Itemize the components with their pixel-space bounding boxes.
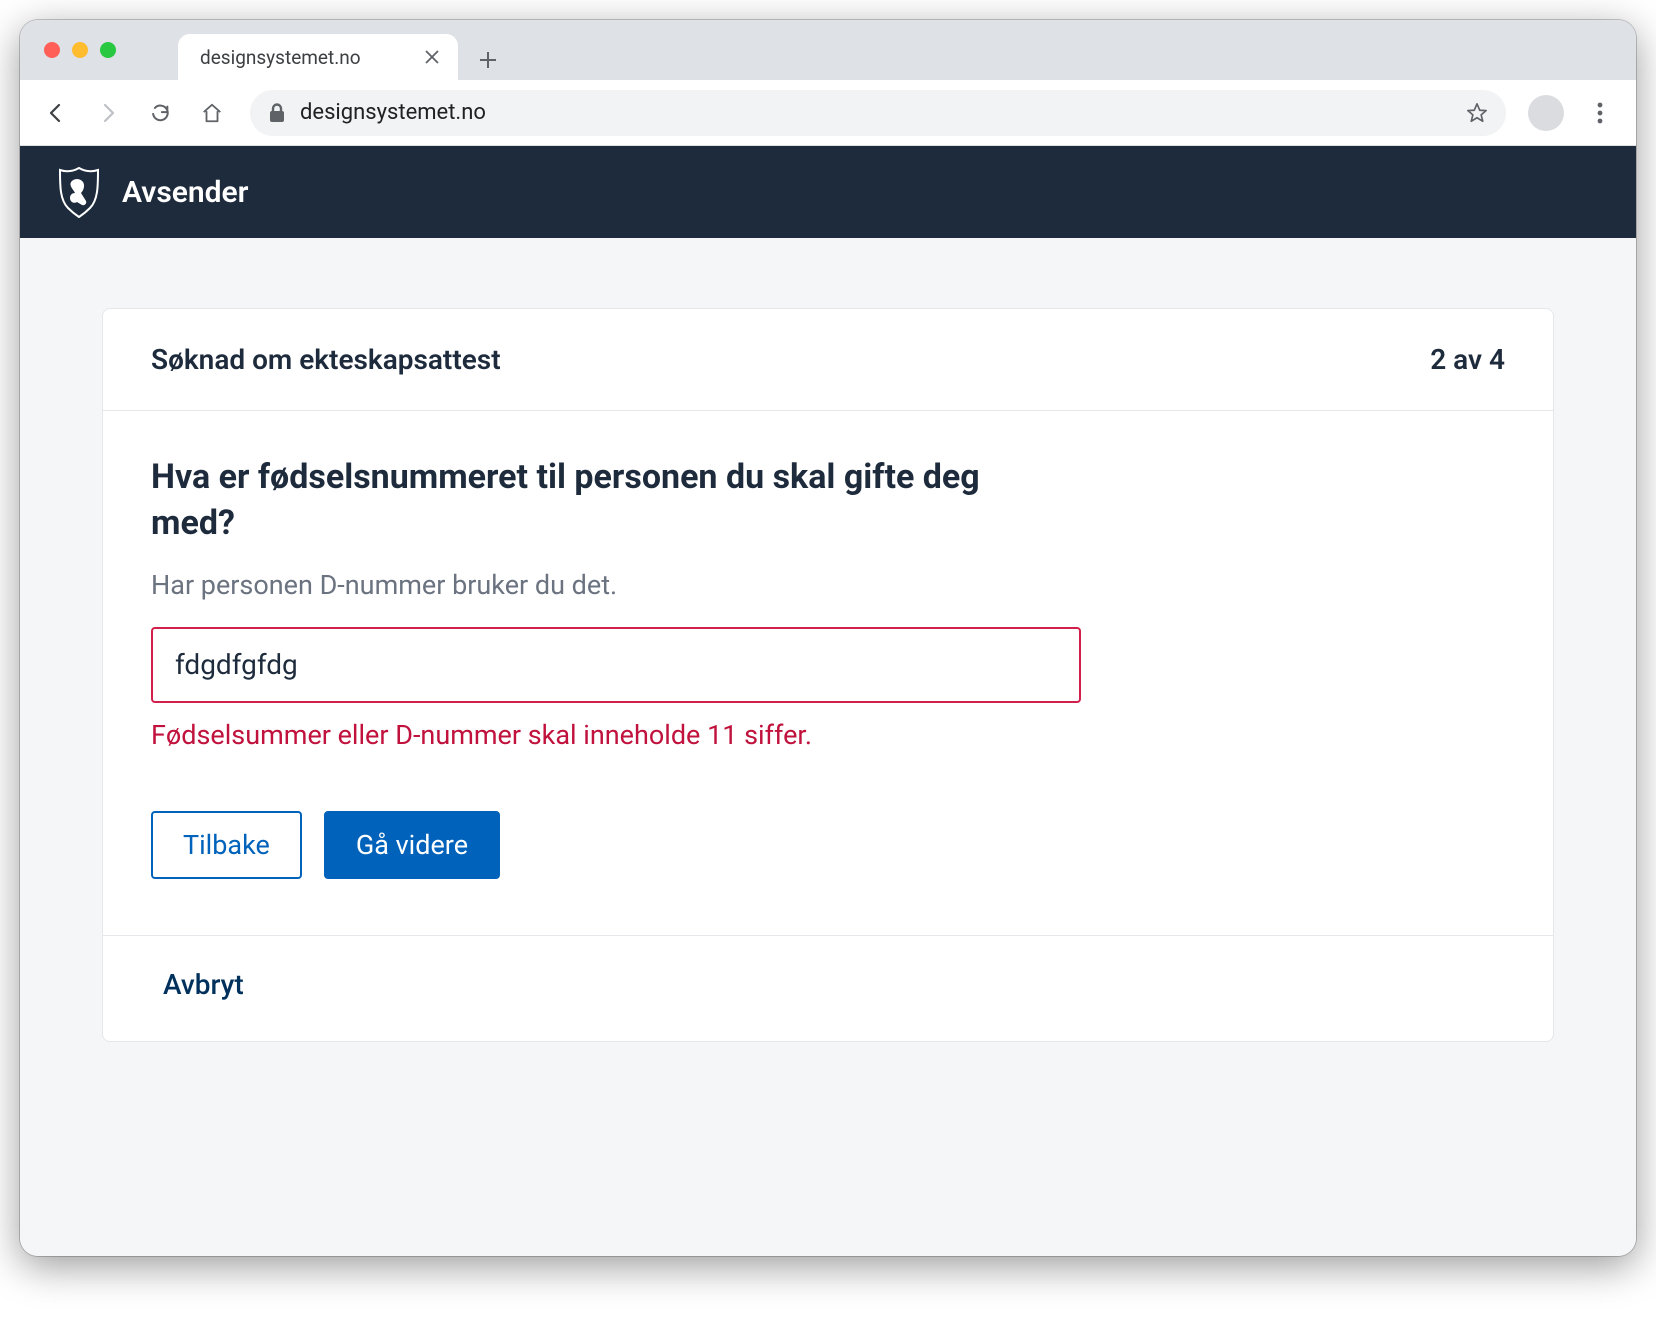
home-button[interactable] <box>190 91 234 135</box>
card-body: Hva er fødselsnummeret til personen du s… <box>103 411 1553 935</box>
close-icon[interactable] <box>424 49 440 65</box>
window-minimize-button[interactable] <box>72 42 88 58</box>
card-title: Søknad om ekteskapsattest <box>151 343 501 376</box>
menu-button[interactable] <box>1578 102 1622 124</box>
url-text: designsystemet.no <box>300 100 1452 125</box>
form-card: Søknad om ekteskapsattest 2 av 4 Hva er … <box>102 308 1554 1042</box>
forward-button[interactable] <box>86 91 130 135</box>
tab-strip: designsystemet.no <box>20 20 1636 80</box>
window-close-button[interactable] <box>44 42 60 58</box>
content-area: Søknad om ekteskapsattest 2 av 4 Hva er … <box>20 238 1636 1082</box>
card-footer: Avbryt <box>103 935 1553 1041</box>
tab-title: designsystemet.no <box>200 46 361 69</box>
address-bar[interactable]: designsystemet.no <box>250 90 1506 136</box>
form-question: Hva er fødselsnummeret til personen du s… <box>151 455 1011 547</box>
lock-icon <box>268 103 286 123</box>
back-button[interactable] <box>34 91 78 135</box>
page-viewport: Avsender Søknad om ekteskapsattest 2 av … <box>20 146 1636 1256</box>
reload-button[interactable] <box>138 91 182 135</box>
profile-avatar[interactable] <box>1528 95 1564 131</box>
window-maximize-button[interactable] <box>100 42 116 58</box>
form-hint: Har personen D-nummer bruker du det. <box>151 569 1505 601</box>
step-indicator: 2 av 4 <box>1430 343 1505 376</box>
browser-window: designsystemet.no designsystemet.no <box>20 20 1636 1256</box>
browser-tab[interactable]: designsystemet.no <box>178 34 458 80</box>
next-step-button[interactable]: Gå videre <box>324 811 500 879</box>
window-controls <box>44 42 116 58</box>
cancel-link[interactable]: Avbryt <box>163 968 244 1001</box>
coat-of-arms-icon <box>56 166 102 218</box>
new-tab-button[interactable] <box>478 50 508 70</box>
browser-toolbar: designsystemet.no <box>20 80 1636 146</box>
app-brand: Avsender <box>122 175 248 210</box>
back-step-button[interactable]: Tilbake <box>151 811 302 879</box>
card-header: Søknad om ekteskapsattest 2 av 4 <box>103 309 1553 411</box>
button-row: Tilbake Gå videre <box>151 811 1505 879</box>
error-message: Fødselsummer eller D-nummer skal innehol… <box>151 719 1505 751</box>
fodselsnummer-input[interactable] <box>151 627 1081 703</box>
app-header: Avsender <box>20 146 1636 238</box>
star-icon[interactable] <box>1466 102 1488 124</box>
